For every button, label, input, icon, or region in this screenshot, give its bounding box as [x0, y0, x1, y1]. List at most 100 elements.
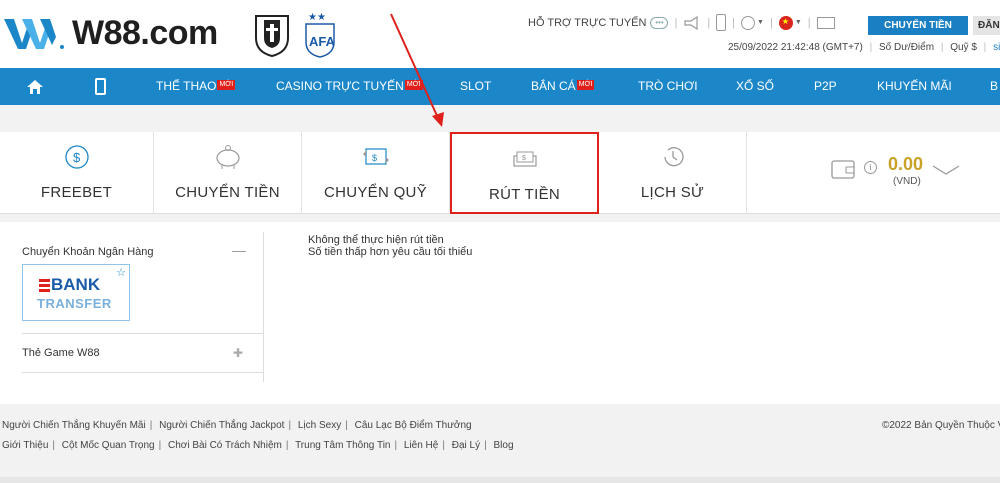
copyright: ©2022 Bản Quyền Thuộc V: [882, 420, 1000, 431]
chevron-down-icon[interactable]: ▼: [795, 19, 802, 26]
tab-history[interactable]: LỊCH SỬ: [599, 132, 747, 214]
nav-label: XỔ SỐ: [736, 79, 775, 93]
divider: [22, 372, 263, 373]
nav-more[interactable]: B: [990, 68, 998, 105]
new-badge: MỚI: [576, 80, 595, 90]
svg-text:AFA: AFA: [309, 34, 336, 49]
tab-transfer[interactable]: CHUYỂN TIỀN: [154, 132, 302, 214]
bottom-strip: [0, 477, 1000, 483]
login-button[interactable]: ĐĂN: [973, 16, 1000, 35]
payment-method-list: Chuyển Khoản Ngân Hàng — ☆ BANK TRANSFER…: [0, 222, 263, 382]
favorite-star-icon[interactable]: ☆: [116, 266, 126, 279]
main-nav: THỂ THAO MỚI CASINO TRỰC TUYẾN MỚI SLOT BẮ…: [0, 68, 1000, 105]
bank-transfer-header[interactable]: Chuyển Khoản Ngân Hàng: [22, 246, 153, 258]
nav-lottery[interactable]: XỔ SỐ: [736, 68, 774, 105]
footer-link[interactable]: Trung Tâm Thông Tin: [295, 440, 390, 451]
divider: [22, 333, 263, 334]
footer-link[interactable]: Câu Lạc Bộ Điểm Thưởng: [355, 420, 472, 431]
game-card-option[interactable]: Thẻ Game W88: [22, 347, 100, 359]
brand-name: W88.com: [72, 14, 218, 52]
odds-format-icon[interactable]: [741, 15, 756, 30]
wallet-currency: (VND): [893, 176, 921, 187]
wallet-amount: 0.00: [888, 154, 924, 174]
footer-link[interactable]: Blog: [493, 440, 513, 451]
tab-withdraw[interactable]: $ RÚT TIỀN: [450, 132, 599, 214]
brand-logo[interactable]: W88.com: [4, 14, 218, 53]
history-clock-icon: [663, 147, 684, 167]
mobile-icon[interactable]: [95, 78, 106, 95]
afa-badge-icon: ★★ AFA: [305, 12, 336, 58]
new-badge: MỚI: [217, 80, 236, 90]
svg-text:★★: ★★: [308, 12, 326, 23]
datetime-display: 25/09/2022 21:42:48 (GMT+7): [728, 42, 863, 53]
nav-casino[interactable]: CASINO TRỰC TUYẾN MỚI: [276, 68, 423, 105]
tab-label: FREEBET: [40, 184, 113, 201]
bank-card-title: BANK: [51, 275, 101, 294]
tab-fund-transfer[interactable]: $ CHUYỂN QUỸ: [302, 132, 450, 214]
nav-label: B: [990, 79, 999, 93]
footer-links-row2: Giới Thiệu | Cột Mốc Quan Trọng | Chơi Bài…: [2, 440, 514, 451]
tab-freebet[interactable]: $ FREEBET: [0, 132, 154, 214]
balance-label[interactable]: Số Dư/Điểm: [879, 42, 934, 53]
nav-games[interactable]: TRÒ CHƠI: [638, 68, 698, 105]
withdraw-message: Không thể thực hiện rút tiền Số tiền thấ…: [308, 234, 472, 258]
footer-link[interactable]: Liên Hệ: [404, 440, 438, 451]
nav-fishing[interactable]: BẮN CÁ MỚI: [531, 68, 595, 105]
mobile-phone-icon[interactable]: [716, 14, 727, 31]
vietnam-flag-icon[interactable]: [778, 15, 793, 30]
chat-icon[interactable]: •••: [650, 16, 669, 29]
username[interactable]: sieu: [993, 42, 1000, 53]
transfer-button[interactable]: CHUYỂN TIỀN: [868, 16, 968, 35]
nav-label: KHUYẾN MÃI: [877, 79, 952, 93]
footer-link[interactable]: Cột Mốc Quan Trọng: [62, 440, 155, 451]
nav-promotions[interactable]: KHUYẾN MÃI: [877, 68, 952, 105]
megaphone-icon[interactable]: [683, 15, 701, 30]
expand-icon[interactable]: ✚: [233, 346, 243, 360]
w88-logo-mark-icon: [4, 18, 64, 49]
svg-text:$: $: [73, 150, 81, 165]
fund-label[interactable]: Quỹ $: [950, 42, 977, 53]
nav-label: P2P: [814, 79, 837, 93]
divider: [263, 232, 264, 382]
footer-link[interactable]: Người Chiến Thắng Jackpot: [159, 420, 284, 431]
nav-label: CASINO TRỰC TUYẾN: [276, 79, 404, 93]
mail-icon[interactable]: [816, 16, 835, 29]
nav-label: BẮN CÁ: [531, 79, 576, 93]
nav-label: THỂ THAO: [156, 79, 217, 93]
footer-link[interactable]: Đại Lý: [452, 440, 480, 451]
footer-link[interactable]: Giới Thiệu: [2, 440, 48, 451]
tab-label: LỊCH SỬ: [640, 184, 705, 201]
piggy-bank-icon: [215, 145, 240, 169]
dollar-circle-icon: $: [64, 145, 89, 169]
tab-label: CHUYỂN QUỸ: [323, 184, 427, 201]
message-line: Không thể thực hiện rút tiền: [308, 234, 444, 246]
support-label[interactable]: HỖ TRỢ TRỰC TUYẾN: [528, 17, 646, 29]
bank-card-subtitle: TRANSFER: [37, 296, 112, 311]
account-info-row: 25/09/2022 21:42:48 (GMT+7) | Số Dư/Điểm…: [728, 42, 1000, 53]
top-header: W88.com ★★ AFA HỖ TRỢ TRỰC TUYẾN ••• | |…: [0, 0, 1000, 68]
svg-text:$: $: [372, 153, 377, 163]
wallet-icon: [831, 160, 855, 179]
svg-text:$: $: [522, 155, 526, 162]
fulham-crest-icon: [255, 15, 289, 58]
message-line: Số tiền thấp hơn yêu cầu tối thiểu: [308, 246, 473, 258]
bank-transfer-option[interactable]: ☆ BANK TRANSFER: [22, 264, 130, 321]
info-icon[interactable]: i: [864, 161, 877, 174]
nav-slot[interactable]: SLOT: [460, 68, 491, 105]
footer-link[interactable]: Lịch Sexy: [298, 420, 341, 431]
footer-links-row1: Người Chiến Thắng Khuyến Mãi | Người Chiế…: [2, 420, 472, 431]
nav-sports[interactable]: THỂ THAO MỚI: [156, 68, 236, 105]
chevron-down-icon[interactable]: [932, 164, 960, 176]
transfer-fund-icon: $: [362, 148, 389, 165]
nav-label: SLOT: [460, 79, 492, 93]
withdraw-panel: Chuyển Khoản Ngân Hàng — ☆ BANK TRANSFER…: [0, 222, 1000, 404]
collapse-icon[interactable]: —: [232, 242, 246, 258]
tab-label: CHUYỂN TIỀN: [175, 184, 280, 201]
support-bar: HỖ TRỢ TRỰC TUYẾN ••• | | | ▼ | ▼ |: [528, 14, 835, 31]
footer-link[interactable]: Chơi Bài Có Trách Nhiệm: [168, 440, 282, 451]
home-icon[interactable]: [27, 80, 43, 94]
nav-p2p[interactable]: P2P: [814, 68, 837, 105]
withdraw-cash-icon: $: [512, 151, 537, 167]
chevron-down-icon[interactable]: ▼: [757, 19, 764, 26]
footer-link[interactable]: Người Chiến Thắng Khuyến Mãi: [2, 420, 146, 431]
